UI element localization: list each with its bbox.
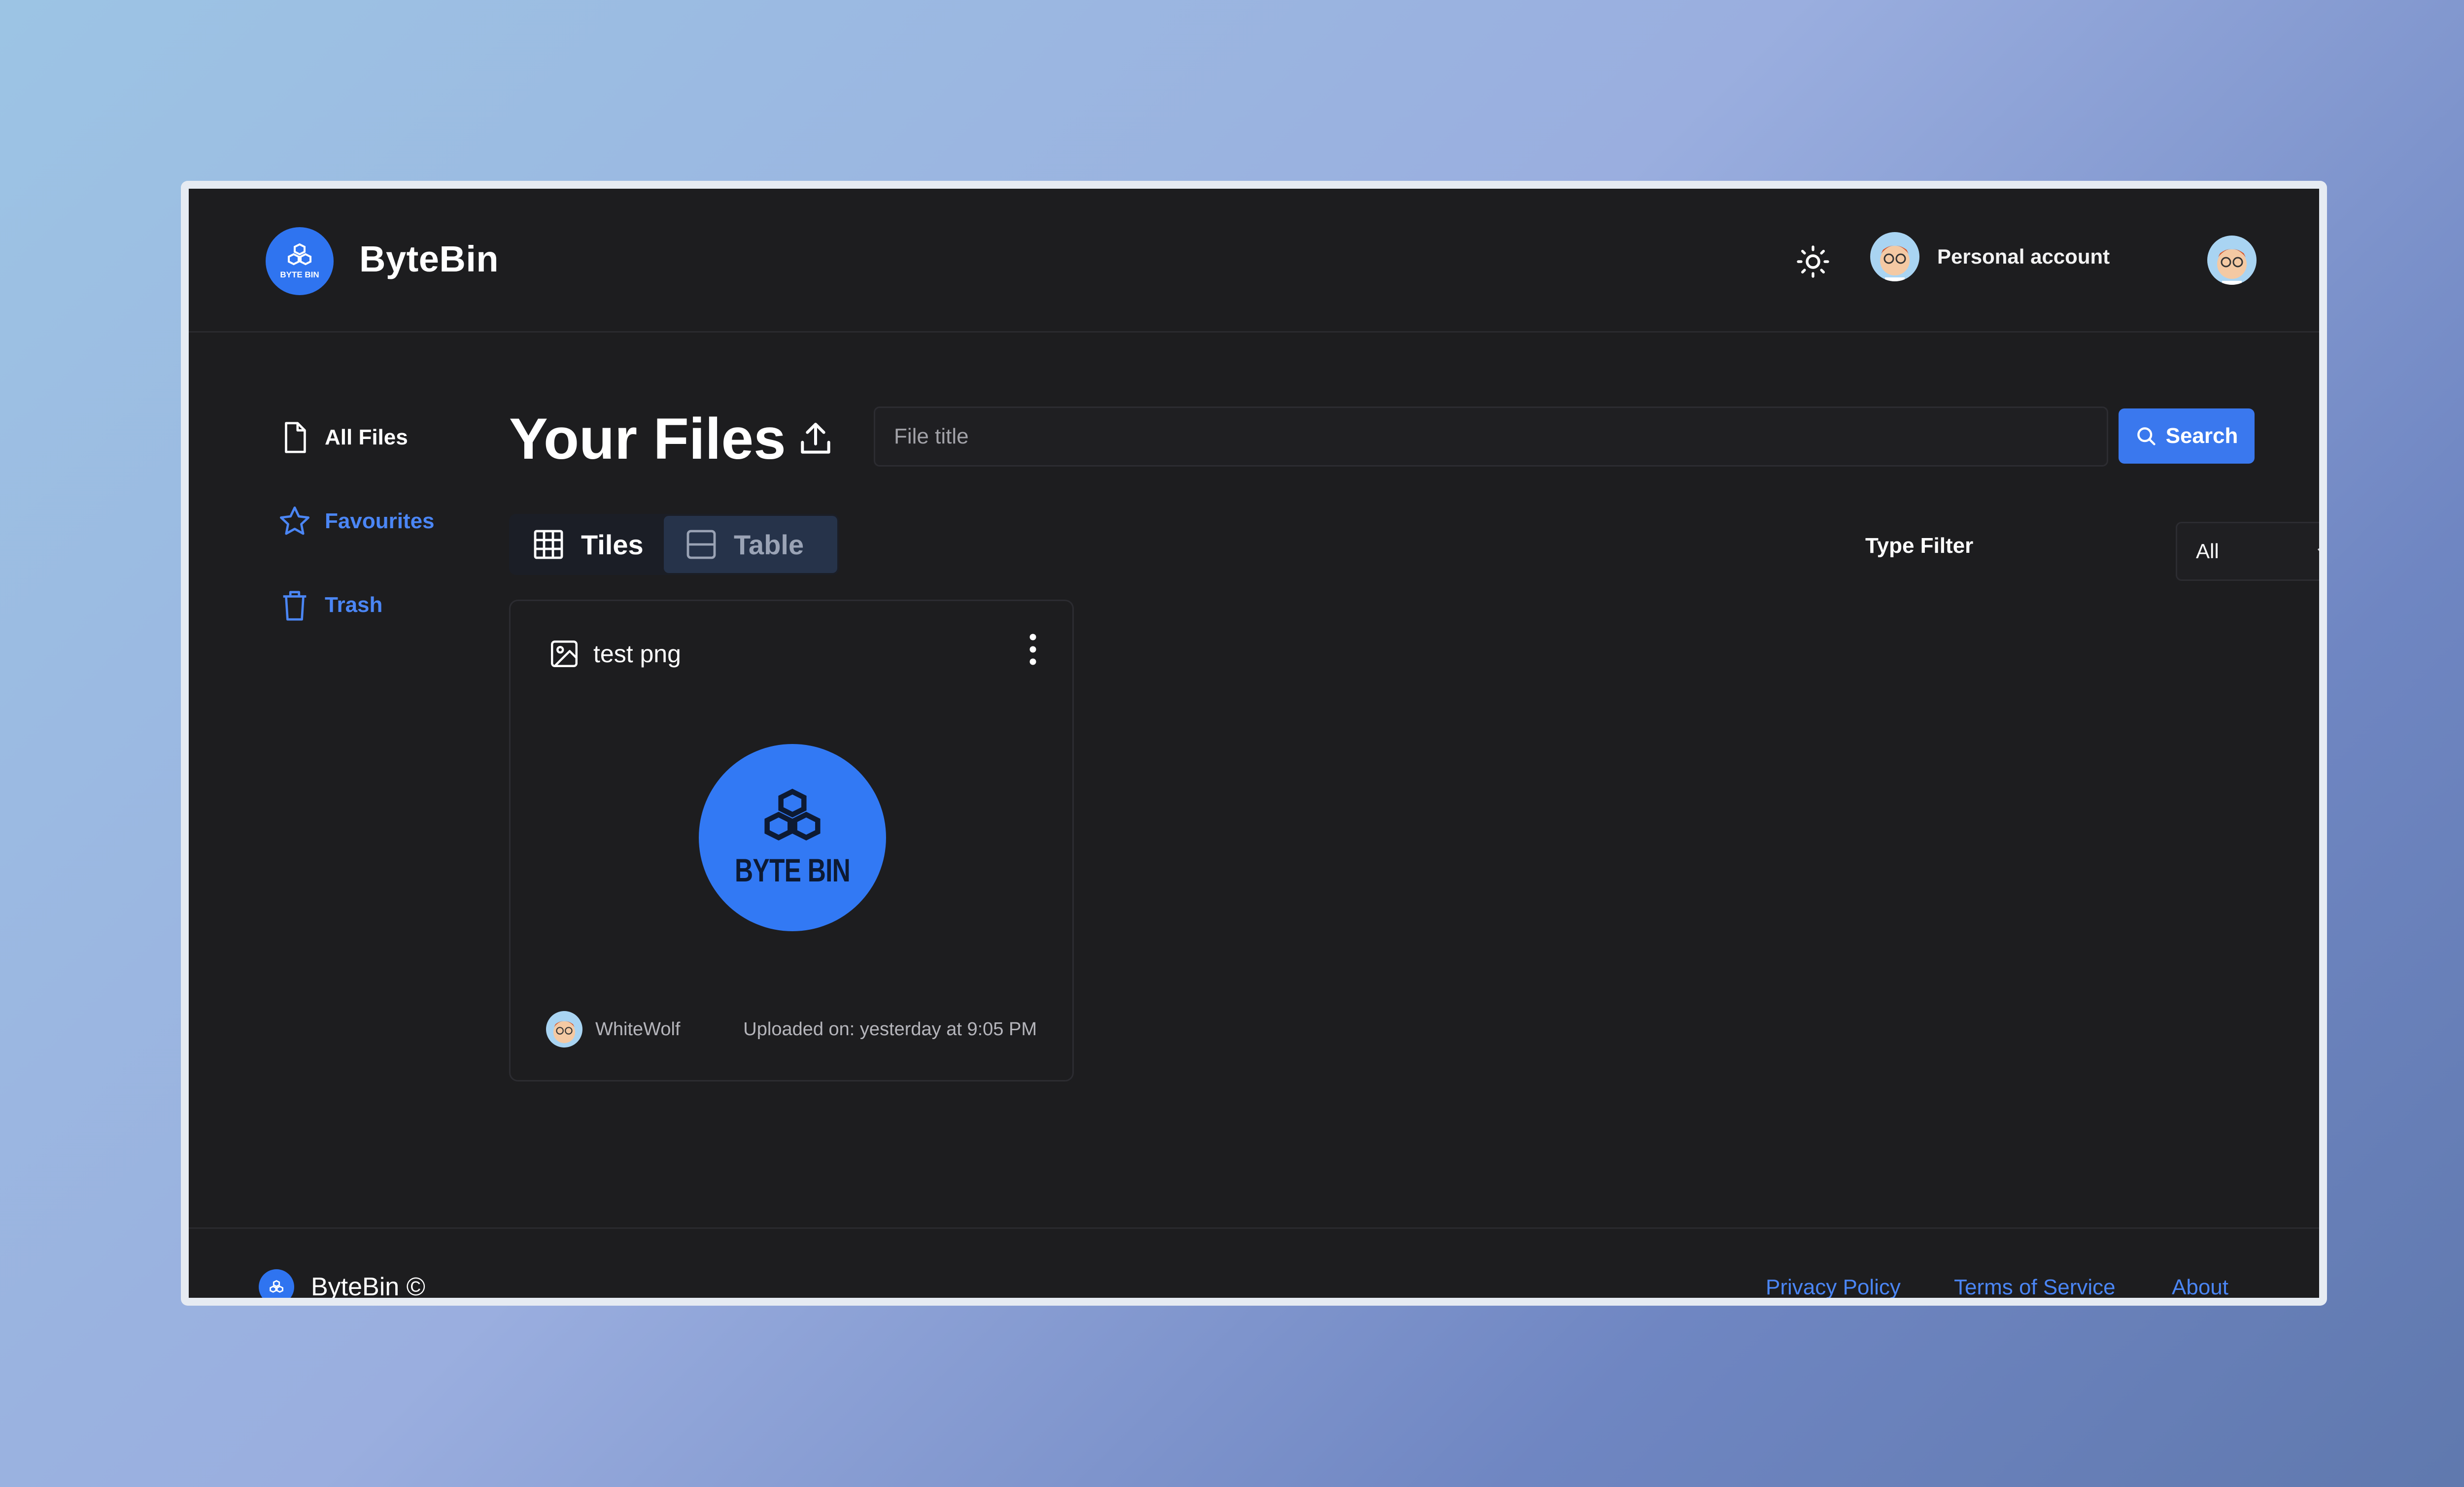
brand-logo[interactable]: BYTE BIN: [266, 227, 334, 295]
terms-of-service-link[interactable]: Terms of Service: [1954, 1275, 2116, 1298]
theme-toggle-button[interactable]: [1795, 244, 1831, 279]
file-upload-date: Uploaded on: yesterday at 9:05 PM: [743, 1019, 1037, 1040]
footer-brand: ByteBin ©: [311, 1273, 425, 1298]
privacy-policy-link[interactable]: Privacy Policy: [1766, 1275, 1901, 1298]
type-filter-value: All: [2196, 540, 2219, 563]
type-filter-label: Type Filter: [1865, 534, 1974, 558]
sun-icon: [1797, 245, 1829, 278]
preview-logo-text: BYTE BIN: [734, 852, 851, 888]
page-title: Your Files: [509, 406, 786, 472]
cubes-icon: [288, 243, 311, 266]
sidebar-item-label: Trash: [325, 593, 383, 617]
file-card-title: test png: [548, 638, 681, 670]
image-icon: [551, 641, 578, 667]
brand-name[interactable]: ByteBin: [359, 238, 499, 280]
sidebar-item-all-files[interactable]: All Files: [277, 420, 408, 455]
app-frame: BYTE BIN ByteBin Personal account All Fi…: [181, 181, 2327, 1306]
avatar-image: [2207, 236, 2257, 285]
search-input[interactable]: [874, 406, 2108, 467]
chevron-down-icon: [2317, 548, 2319, 551]
tab-table[interactable]: Table: [664, 516, 837, 573]
table-icon: [686, 530, 716, 559]
star-icon: [279, 506, 310, 535]
tab-label: Tiles: [581, 529, 644, 560]
user-menu-avatar[interactable]: [2207, 236, 2257, 285]
file-actions-menu-button[interactable]: [1023, 625, 1043, 674]
top-header: BYTE BIN ByteBin Personal account: [189, 189, 2319, 333]
sidebar-item-label: All Files: [325, 425, 408, 449]
account-switcher-label[interactable]: Personal account: [1937, 245, 2110, 269]
account-avatar[interactable]: [1870, 232, 1919, 281]
file-preview-image[interactable]: BYTE BIN: [699, 744, 886, 931]
sidebar-item-trash[interactable]: Trash: [277, 588, 382, 622]
avatar-image: [1870, 232, 1919, 281]
upload-icon: [801, 423, 830, 454]
upload-button[interactable]: [796, 419, 835, 459]
avatar-image: [546, 1011, 582, 1048]
search-button[interactable]: Search: [2119, 408, 2255, 464]
type-filter-select[interactable]: All: [2176, 522, 2319, 581]
tab-label: Table: [734, 529, 804, 560]
more-vertical-icon: [1029, 634, 1036, 665]
logo-text: BYTE BIN: [280, 270, 319, 279]
trash-icon: [283, 591, 307, 621]
owner-avatar: [546, 1011, 582, 1048]
app-window: BYTE BIN ByteBin Personal account All Fi…: [189, 189, 2319, 1298]
search-button-label: Search: [2165, 424, 2238, 448]
footer-logo: [259, 1269, 294, 1298]
file-card[interactable]: test png BYTE BIN WhiteWolf Uploaded on:…: [509, 600, 1074, 1081]
sidebar-item-label: Favourites: [325, 509, 435, 533]
file-title: test png: [593, 640, 681, 668]
file-owner: WhiteWolf: [595, 1019, 681, 1040]
footer: ByteBin © Privacy Policy Terms of Servic…: [189, 1227, 2319, 1298]
search-icon: [2137, 427, 2156, 445]
cubes-icon: [270, 1280, 283, 1293]
file-icon: [285, 422, 306, 453]
view-toggle: Tiles Table: [509, 514, 839, 575]
cubes-icon: [764, 788, 821, 841]
tab-tiles[interactable]: Tiles: [511, 516, 664, 573]
about-link[interactable]: About: [2172, 1275, 2228, 1298]
sidebar-item-favourites[interactable]: Favourites: [277, 504, 435, 539]
grid-icon: [534, 530, 563, 559]
